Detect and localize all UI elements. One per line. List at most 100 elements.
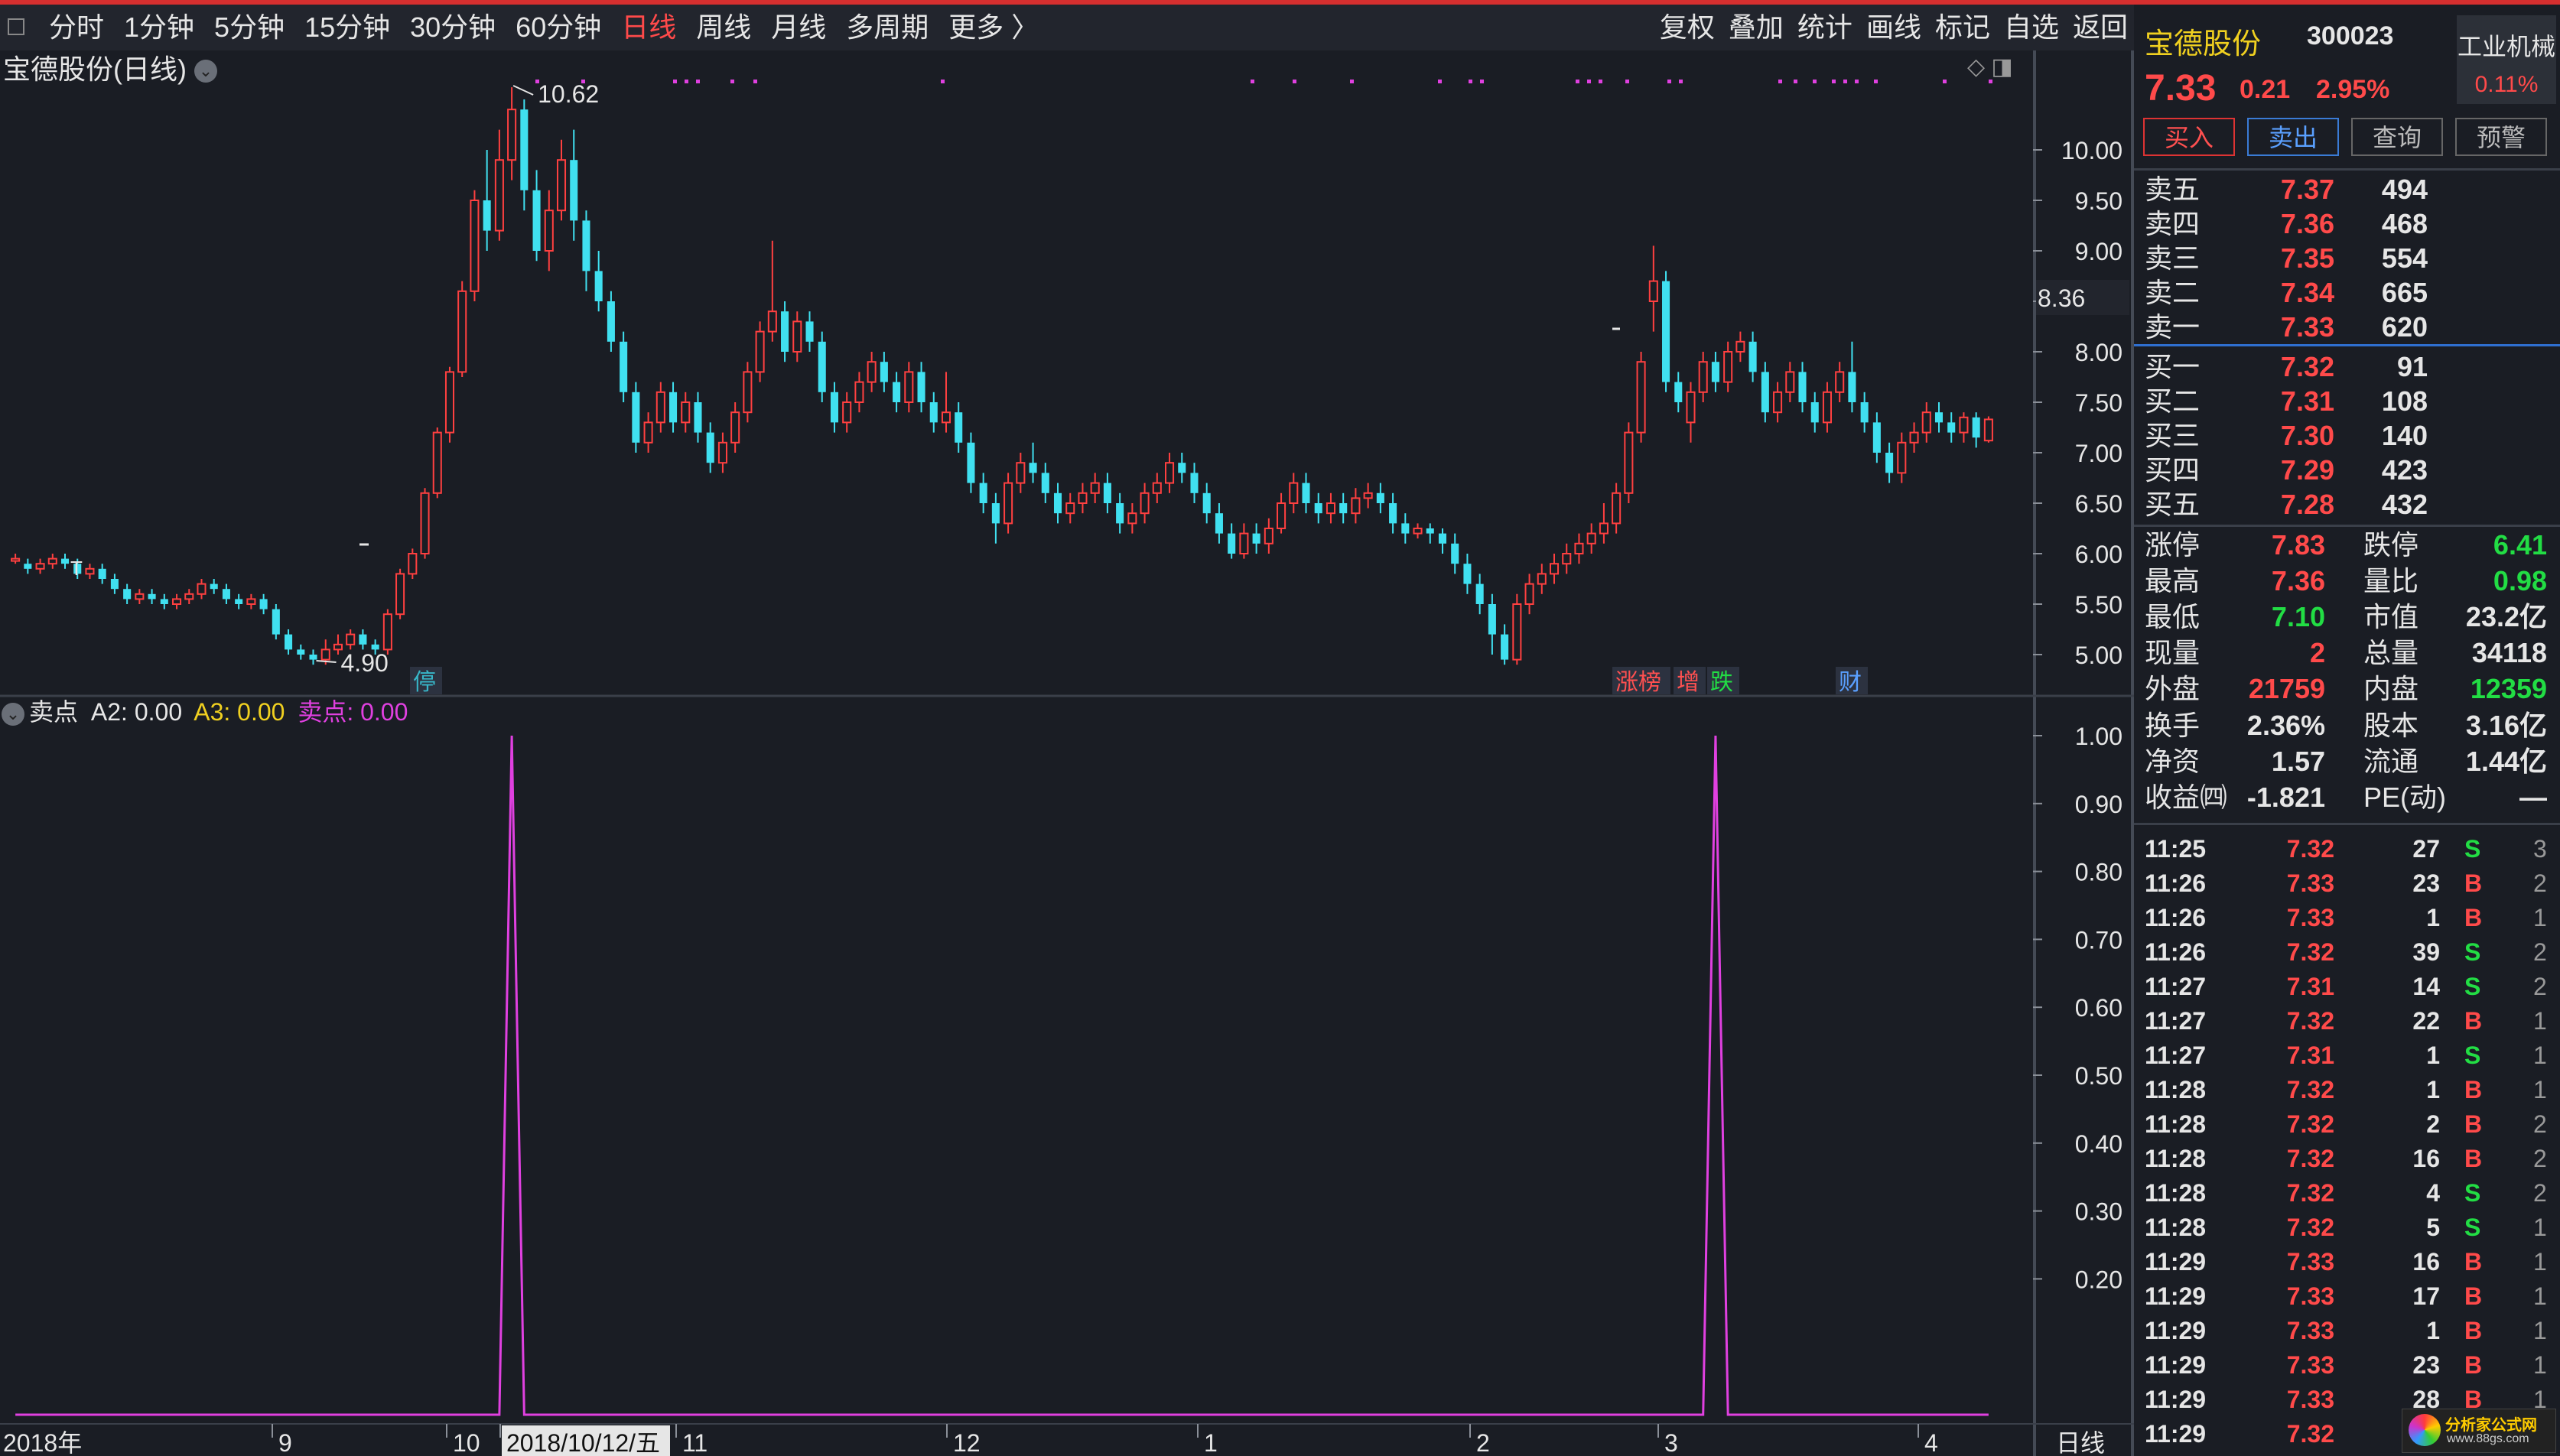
candle[interactable] (408, 548, 418, 579)
candle[interactable] (444, 366, 455, 443)
candle[interactable] (1612, 483, 1622, 534)
sell-button[interactable]: 卖出 (2247, 118, 2339, 156)
candle[interactable] (297, 644, 305, 660)
candle[interactable] (781, 301, 789, 362)
event-tag[interactable]: 财 (1839, 670, 1862, 695)
candle[interactable] (420, 488, 430, 559)
candle[interactable] (1562, 543, 1572, 574)
candle[interactable] (1289, 473, 1299, 514)
candle[interactable] (210, 579, 218, 594)
candle[interactable] (1413, 523, 1423, 539)
candle[interactable] (880, 352, 888, 392)
candle[interactable] (1041, 463, 1049, 503)
candle[interactable] (1426, 523, 1434, 544)
candle[interactable] (767, 240, 777, 342)
candle[interactable] (1686, 382, 1696, 443)
event-tag[interactable]: 增 (1677, 670, 1700, 695)
candle[interactable] (1165, 453, 1175, 493)
candle[interactable] (1674, 372, 1683, 413)
candle[interactable] (395, 568, 405, 619)
candle[interactable] (681, 392, 691, 433)
candle[interactable] (792, 311, 802, 362)
candle[interactable] (110, 574, 119, 594)
candle[interactable] (1339, 492, 1348, 524)
candle[interactable] (556, 139, 567, 221)
stock-name[interactable]: 宝德股份 (2145, 20, 2261, 62)
candle[interactable] (1711, 352, 1719, 392)
candle[interactable] (1202, 483, 1211, 524)
candle[interactable] (346, 629, 356, 650)
candle[interactable] (979, 473, 987, 514)
candle[interactable] (1860, 392, 1869, 433)
candle[interactable] (1178, 453, 1186, 483)
candle[interactable] (1810, 392, 1819, 433)
candle[interactable] (222, 583, 230, 604)
candle[interactable] (1103, 473, 1111, 514)
candle[interactable] (1438, 528, 1447, 554)
candle[interactable] (717, 432, 727, 473)
candle[interactable] (359, 629, 367, 650)
candle[interactable] (1053, 483, 1062, 524)
candle[interactable] (632, 382, 640, 453)
candle[interactable] (1909, 422, 1919, 453)
candle[interactable] (867, 352, 877, 392)
candle[interactable] (1004, 473, 1013, 534)
candle[interactable] (135, 589, 145, 604)
candle[interactable] (967, 432, 975, 493)
event-tag[interactable]: 停 (413, 670, 436, 695)
candle[interactable] (160, 593, 168, 609)
candle[interactable] (1401, 513, 1410, 544)
candle[interactable] (1351, 488, 1361, 524)
candle[interactable] (382, 609, 392, 655)
candle[interactable] (148, 589, 156, 604)
event-tag[interactable]: 跌 (1710, 670, 1733, 695)
candle[interactable] (1648, 245, 1658, 332)
candlestick-chart[interactable]: 10.009.509.008.508.007.507.006.506.005.5… (0, 0, 2134, 1456)
candle[interactable] (1314, 492, 1322, 524)
candle[interactable] (1451, 533, 1459, 574)
candle[interactable] (1524, 574, 1534, 615)
candle[interactable] (1501, 624, 1509, 665)
candle[interactable] (1748, 331, 1757, 382)
candle[interactable] (235, 593, 243, 609)
candle[interactable] (1848, 341, 1856, 413)
candle[interactable] (1798, 362, 1807, 413)
candle[interactable] (1934, 402, 1944, 433)
candle[interactable] (1636, 352, 1646, 443)
candle[interactable] (184, 589, 194, 604)
candle[interactable] (669, 382, 678, 433)
candle[interactable] (1140, 483, 1150, 524)
candle[interactable] (1921, 402, 1931, 443)
candle[interactable] (309, 649, 317, 665)
candle[interactable] (904, 362, 914, 413)
candle[interactable] (483, 150, 491, 251)
candle[interactable] (582, 210, 590, 291)
candle[interactable] (494, 129, 504, 241)
candle[interactable] (706, 422, 714, 473)
candle[interactable] (1326, 492, 1335, 524)
candle[interactable] (991, 492, 1000, 544)
candle[interactable] (123, 583, 132, 604)
candle[interactable] (259, 593, 268, 615)
industry-box[interactable]: 工业机械 0.11% (2457, 15, 2556, 104)
candle[interactable] (1116, 492, 1124, 534)
candle[interactable] (1463, 554, 1472, 594)
candle[interactable] (1872, 412, 1881, 463)
candle[interactable] (1972, 412, 1980, 448)
candle[interactable] (854, 372, 864, 413)
candle[interactable] (1785, 362, 1795, 402)
candle[interactable] (1835, 362, 1845, 402)
candle[interactable] (285, 629, 293, 655)
candle[interactable] (730, 402, 740, 453)
candle[interactable] (1127, 503, 1137, 534)
candle[interactable] (1624, 422, 1634, 503)
chevron-down-icon[interactable]: ⌄ (2, 702, 24, 726)
candle[interactable] (805, 311, 814, 352)
candle[interactable] (172, 593, 182, 609)
candle[interactable] (1277, 492, 1287, 534)
candle[interactable] (1885, 442, 1894, 483)
candle[interactable] (955, 402, 963, 453)
candle[interactable] (24, 558, 32, 574)
candle[interactable] (842, 392, 852, 433)
query-button[interactable]: 查询 (2351, 118, 2443, 156)
